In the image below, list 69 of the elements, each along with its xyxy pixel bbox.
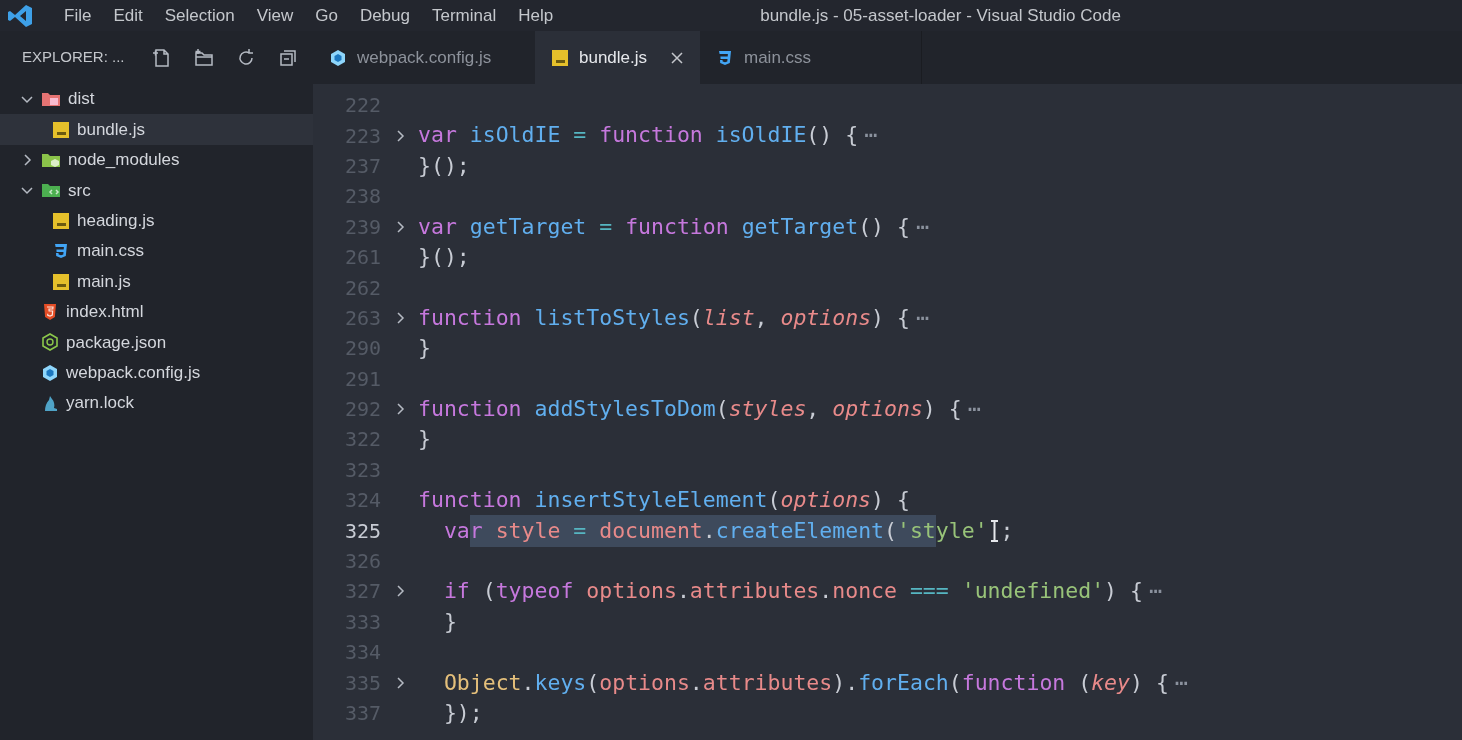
close-icon[interactable] [670, 50, 684, 65]
code-line: } [418, 425, 431, 454]
folder-icon [41, 181, 61, 200]
code-line: } [418, 334, 431, 363]
tree-item[interactable]: main.css [0, 235, 313, 267]
code-line: }(); [418, 151, 470, 180]
new-folder-icon[interactable] [192, 46, 215, 69]
file-name: heading.js [77, 210, 155, 232]
code-text: yle' [935, 516, 988, 545]
css-file-icon [52, 242, 70, 261]
tree-item[interactable]: node_modules [0, 144, 313, 176]
cube-icon [329, 48, 347, 67]
cube-icon [41, 363, 59, 382]
code-line: }(); [418, 243, 470, 272]
code-line: } [442, 607, 457, 636]
menu-item[interactable]: Debug [348, 2, 421, 29]
js-file-icon [52, 120, 70, 139]
tree-item[interactable]: src [0, 175, 313, 206]
code-line: Object.keys(options.attributes).forEach(function (key) { ⋯ [442, 668, 1188, 697]
menu-item[interactable]: Help [507, 2, 565, 29]
code-line: function listToStyles(list, options) { ⋯ [418, 303, 929, 332]
hexagon-icon [41, 333, 59, 352]
file-name: bundle.js [77, 118, 146, 141]
file-name: src [68, 179, 91, 202]
app-logo-icon [7, 3, 33, 28]
selected-code: r style = document.createElement('st [469, 514, 936, 547]
menu-item[interactable]: Terminal [421, 2, 508, 29]
tree-item[interactable]: bundle.js [0, 114, 313, 145]
code-line: function insertStyleElement(options) { [418, 486, 910, 515]
code-line: var isOldIE = function isOldIE() { ⋯ [418, 121, 878, 150]
tree-item[interactable]: webpack.config.js [0, 357, 313, 388]
code-text: va [442, 516, 470, 545]
js-file-icon [52, 211, 70, 230]
file-name: main.css [77, 240, 145, 263]
code-line: }); [442, 698, 483, 727]
menu-item[interactable]: View [245, 2, 305, 29]
js-file-icon [52, 272, 70, 291]
tree-item[interactable]: index.html [0, 296, 313, 328]
explorer-title: EXPLORER: ... [22, 47, 125, 68]
tree-item[interactable]: dist [0, 84, 313, 115]
file-name: index.html [66, 301, 144, 324]
window-title: bundle.js - 05-asset-loader - Visual Studio Code [760, 4, 1121, 27]
file-name: webpack.config.js [66, 361, 201, 384]
tab-label: main.css [744, 46, 812, 69]
tab-label: bundle.js [579, 46, 648, 69]
file-name: main.js [77, 270, 131, 293]
code-text: ; [1000, 516, 1014, 545]
editor-tab[interactable]: bundle.js [535, 31, 700, 84]
css-file-icon [716, 48, 734, 67]
tab-label: webpack.config.js [357, 46, 492, 69]
file-name: dist [68, 88, 95, 111]
file-name: package.json [66, 331, 167, 354]
line-number: 325 [343, 517, 381, 545]
menu-item[interactable]: Go [304, 2, 349, 29]
file-name: yarn.lock [66, 392, 135, 415]
html-file-icon [41, 302, 59, 321]
tree-item[interactable]: package.json [0, 327, 313, 358]
tree-item[interactable]: yarn.lock [0, 387, 313, 419]
menu-item[interactable]: Selection [153, 2, 246, 29]
menu-item[interactable]: Edit [102, 2, 154, 29]
folder-icon [41, 90, 61, 109]
code-line: var getTarget = function getTarget() { ⋯ [418, 212, 929, 241]
js-file-icon [551, 48, 569, 67]
tree-item[interactable]: main.js [0, 266, 313, 297]
tree-item[interactable]: heading.js [0, 205, 313, 236]
menu-item[interactable]: File [53, 2, 103, 29]
code-line: if (typeof options.attributes.nonce === 'undefined') { ⋯ [442, 577, 1162, 606]
file-name: node_modules [68, 149, 180, 172]
code-line: function addStylesToDom(styles, options) { ⋯ [418, 395, 981, 423]
